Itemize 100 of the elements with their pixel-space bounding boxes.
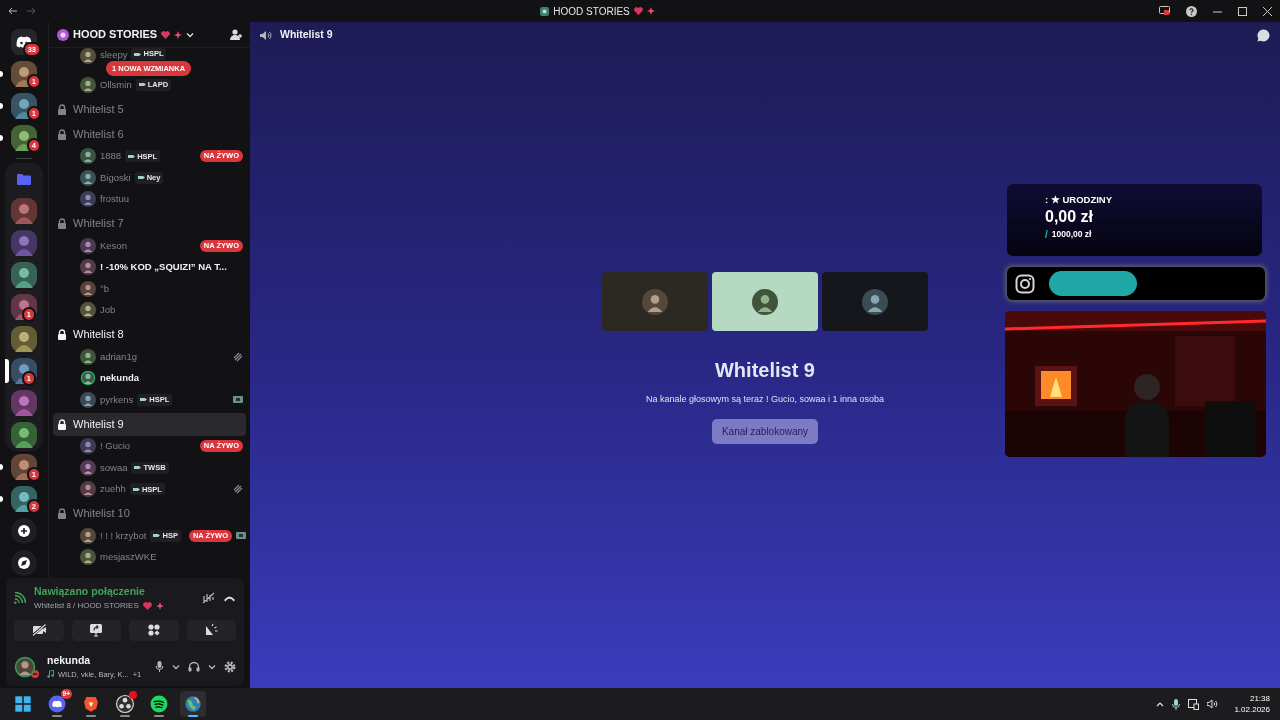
channel-item[interactable]: Whitelist 8 bbox=[53, 323, 246, 346]
avatar-icon bbox=[80, 259, 96, 276]
member-name[interactable]: Bigoski bbox=[100, 170, 131, 185]
member-name[interactable]: sleepy bbox=[100, 48, 128, 63]
member-name[interactable]: zuehh bbox=[100, 482, 126, 497]
noise-suppression-icon[interactable] bbox=[202, 591, 215, 604]
globe-icon bbox=[183, 694, 203, 714]
activities-button[interactable] bbox=[129, 619, 179, 641]
add-server-icon[interactable] bbox=[11, 518, 37, 544]
signal-icon bbox=[14, 591, 26, 604]
member-name[interactable]: Ollsmin bbox=[100, 77, 132, 92]
participant-tile[interactable] bbox=[822, 272, 928, 331]
participant-tile[interactable] bbox=[712, 272, 818, 331]
server-icon[interactable] bbox=[11, 486, 37, 512]
goal-target: 1000,00 zł bbox=[1051, 228, 1092, 242]
member-name[interactable]: frostuu bbox=[100, 192, 130, 207]
member-name[interactable]: sowaa bbox=[100, 460, 128, 475]
avatar-icon bbox=[80, 481, 96, 498]
chat-icon[interactable] bbox=[1257, 28, 1270, 42]
monitor-icon[interactable] bbox=[1159, 6, 1170, 16]
server-icon[interactable] bbox=[11, 326, 37, 352]
participant-tile[interactable] bbox=[602, 272, 708, 331]
speaker-icon bbox=[260, 29, 272, 41]
tag-icon bbox=[153, 532, 161, 540]
back-icon[interactable] bbox=[8, 7, 18, 15]
settings-icon[interactable] bbox=[224, 660, 236, 673]
server-icon[interactable] bbox=[11, 262, 37, 288]
screen-share-icon bbox=[89, 623, 104, 638]
sparkle-icon bbox=[646, 7, 655, 15]
chevron-icon[interactable] bbox=[208, 663, 216, 670]
connection-status: Nawiązano połączenie bbox=[34, 584, 146, 599]
dnd-status-icon bbox=[31, 669, 39, 678]
tag-icon bbox=[137, 174, 145, 182]
music-note-icon bbox=[47, 670, 54, 679]
member-name[interactable]: ! Gucio bbox=[100, 439, 131, 454]
discord-icon bbox=[47, 694, 67, 714]
server-icon[interactable] bbox=[11, 125, 37, 151]
channel-item[interactable]: Whitelist 9 bbox=[53, 412, 246, 436]
server-icon[interactable] bbox=[11, 61, 37, 87]
channel-heading: Whitelist 9 bbox=[715, 358, 815, 383]
avatar-icon bbox=[80, 237, 96, 254]
camera-off-icon bbox=[31, 623, 46, 638]
tag-icon bbox=[132, 485, 140, 493]
channel-item[interactable]: Whitelist 10 bbox=[53, 502, 246, 525]
avatar-icon bbox=[80, 169, 96, 186]
avatar-icon bbox=[80, 549, 96, 566]
member-name[interactable]: °b bbox=[100, 281, 110, 296]
camera-off-button[interactable] bbox=[14, 619, 64, 641]
server-icon bbox=[540, 6, 550, 16]
heart-icon bbox=[142, 601, 152, 610]
server-name[interactable]: HOOD STORIES bbox=[73, 26, 158, 43]
lock-icon bbox=[57, 103, 67, 115]
member-name[interactable]: ! -10% KOD „SQUIZI” NA T... bbox=[100, 260, 227, 275]
clock-date: 1.02.2026 bbox=[1234, 704, 1270, 715]
member-name[interactable]: 1888 bbox=[100, 149, 122, 164]
volume-icon[interactable] bbox=[1207, 699, 1219, 709]
server-icon[interactable] bbox=[57, 28, 69, 41]
member-name[interactable]: mesjaszWKE bbox=[100, 550, 157, 565]
avatar-icon bbox=[14, 655, 36, 678]
close-icon[interactable] bbox=[1263, 6, 1272, 16]
chevron-up-icon[interactable] bbox=[1156, 701, 1165, 707]
help-icon[interactable] bbox=[1186, 5, 1197, 17]
lock-icon bbox=[57, 418, 67, 430]
lock-icon bbox=[57, 128, 67, 140]
member-name[interactable]: Job bbox=[100, 303, 116, 318]
user-name: nekunda bbox=[47, 653, 92, 668]
taskbar-app[interactable] bbox=[180, 691, 206, 717]
chevron-icon[interactable] bbox=[186, 31, 195, 38]
channel-item[interactable]: Whitelist 5 bbox=[53, 97, 246, 121]
forward-icon[interactable] bbox=[26, 7, 36, 15]
member-name[interactable]: nekunda bbox=[100, 371, 140, 386]
channel-item[interactable]: Whitelist 6 bbox=[53, 122, 246, 146]
tag-icon bbox=[128, 152, 136, 160]
microphone-icon[interactable] bbox=[1172, 698, 1181, 710]
channel-item[interactable]: Whitelist 7 bbox=[53, 212, 246, 235]
member-name[interactable]: pyrkens bbox=[100, 392, 134, 407]
chevron-icon[interactable] bbox=[172, 663, 180, 670]
folder-icon[interactable] bbox=[17, 173, 31, 185]
headphones-icon[interactable] bbox=[188, 661, 200, 672]
add-member-icon[interactable] bbox=[230, 29, 242, 40]
microphone-icon[interactable] bbox=[155, 660, 164, 673]
obs-icon bbox=[115, 694, 135, 714]
discover-icon[interactable] bbox=[11, 550, 37, 576]
soundboard-icon bbox=[204, 623, 219, 638]
member-name[interactable]: Keson bbox=[100, 238, 127, 253]
network-icon[interactable] bbox=[1188, 698, 1200, 710]
lock-icon bbox=[57, 329, 67, 340]
member-name[interactable]: ! ! ! krzybot bbox=[100, 528, 147, 543]
avatar-icon bbox=[80, 348, 96, 365]
member-name[interactable]: adrian1g bbox=[100, 349, 137, 364]
avatar-icon bbox=[752, 288, 778, 315]
server-icon[interactable] bbox=[11, 422, 37, 448]
channel-title: Whitelist 9 bbox=[280, 27, 333, 43]
avatar-icon bbox=[80, 302, 96, 319]
tag-icon bbox=[134, 464, 142, 472]
voice-location[interactable]: Whitelist 8 / HOOD STORIES bbox=[34, 599, 139, 612]
maximize-icon[interactable] bbox=[1238, 6, 1247, 16]
soundboard-button[interactable] bbox=[186, 619, 236, 641]
spotify-icon bbox=[149, 694, 169, 714]
screen-share-button[interactable] bbox=[71, 619, 121, 641]
